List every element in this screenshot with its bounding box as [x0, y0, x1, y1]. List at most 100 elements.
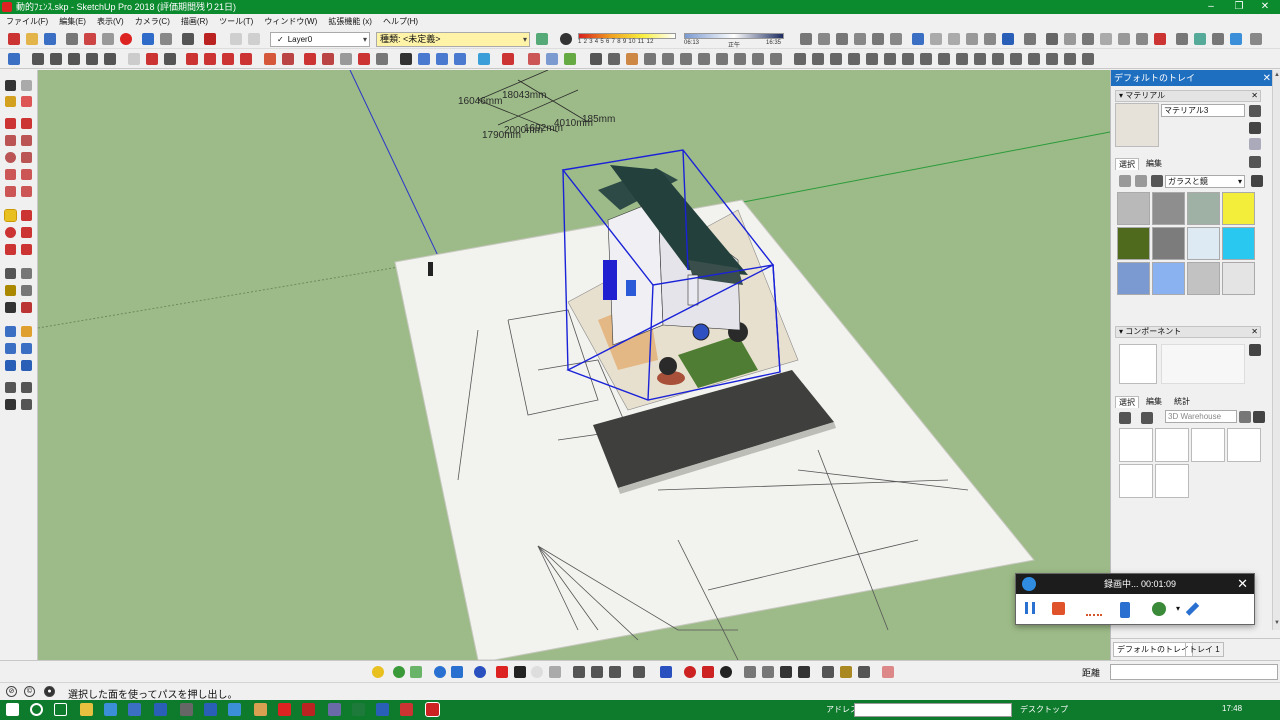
bottom-tool-icon[interactable] [496, 666, 508, 678]
front-view-icon[interactable] [836, 33, 848, 45]
pause-icon[interactable] [1025, 602, 1035, 614]
back-view-icon[interactable] [872, 33, 884, 45]
tool-i-icon[interactable] [164, 53, 176, 65]
warehouse-icon[interactable] [1046, 33, 1058, 45]
tool-ae-icon[interactable] [608, 53, 620, 65]
cut-icon[interactable] [66, 33, 78, 45]
ext-tool-3-icon[interactable] [1212, 33, 1224, 45]
tool-bb-icon[interactable] [1028, 53, 1040, 65]
tool-ba-icon[interactable] [1010, 53, 1022, 65]
bottom-tool-icon[interactable] [514, 666, 526, 678]
copy-icon[interactable] [84, 33, 96, 45]
save-icon[interactable] [44, 33, 56, 45]
tool-f-icon[interactable] [104, 53, 116, 65]
close-icon[interactable]: ✕ [1263, 71, 1271, 87]
tool-h-icon[interactable] [146, 53, 158, 65]
ext-tool-5-icon[interactable] [1250, 33, 1262, 45]
tray-tab-1[interactable]: トレイ 1 [1185, 642, 1224, 657]
terrain-icon[interactable] [1136, 33, 1148, 45]
word-icon[interactable] [204, 703, 217, 716]
tool-z-icon[interactable] [502, 53, 514, 65]
menu-file[interactable]: ファイル(F) [0, 14, 52, 30]
outlook-icon[interactable] [154, 703, 167, 716]
close-icon[interactable]: ✕ [1251, 327, 1258, 337]
tool-an-icon[interactable] [770, 53, 782, 65]
section-icon[interactable] [21, 399, 32, 410]
bottom-tool-icon[interactable] [451, 666, 463, 678]
menu-window[interactable]: ウィンドウ(W) [260, 14, 321, 30]
forward-arrow-icon[interactable] [1135, 175, 1147, 187]
bottom-tool-icon[interactable] [591, 666, 603, 678]
bottom-tool-icon[interactable] [633, 666, 645, 678]
system-clock[interactable]: 17:48 [1222, 704, 1242, 713]
ext-tool-4-icon[interactable] [1230, 33, 1242, 45]
shadow-time-slider[interactable]: 06:13 正午 16:35 [684, 33, 784, 49]
photos-icon[interactable] [228, 703, 241, 716]
close-recorder-button[interactable]: ✕ [1237, 574, 1248, 594]
tool-g-icon[interactable] [128, 53, 140, 65]
rectangle-icon[interactable] [5, 135, 16, 146]
app-icon[interactable] [400, 703, 413, 716]
bottom-tool-icon[interactable] [372, 666, 384, 678]
tool-ag-icon[interactable] [644, 53, 656, 65]
bottom-tool-icon[interactable] [780, 666, 792, 678]
sketchup-app-icon[interactable] [2, 2, 12, 12]
create-material-icon[interactable] [1249, 105, 1261, 117]
tool-u-icon[interactable] [400, 53, 412, 65]
edge-icon[interactable] [104, 703, 117, 716]
material-swatch[interactable] [1222, 262, 1255, 295]
line-icon[interactable] [5, 118, 16, 129]
material-swatch[interactable] [1187, 192, 1220, 225]
bottom-tool-icon[interactable] [744, 666, 756, 678]
style-select[interactable]: 種類: <未定義> ▾ [376, 32, 530, 47]
tool-al-icon[interactable] [734, 53, 746, 65]
tool-o-icon[interactable] [282, 53, 294, 65]
monochrome-icon[interactable] [1002, 33, 1014, 45]
left-view-icon[interactable] [890, 33, 902, 45]
tool-c-icon[interactable] [50, 53, 62, 65]
xray-icon[interactable] [912, 33, 924, 45]
tool-l-icon[interactable] [222, 53, 234, 65]
material-swatch[interactable] [1152, 262, 1185, 295]
paint-bucket-icon[interactable] [5, 96, 16, 107]
scroll-up-icon[interactable]: ▲ [1273, 72, 1280, 78]
offset-icon[interactable] [21, 244, 32, 255]
material-swatch[interactable] [1117, 227, 1150, 260]
protractor-icon[interactable] [5, 285, 16, 296]
tool-ac-icon[interactable] [564, 53, 576, 65]
excel-icon[interactable] [352, 703, 365, 716]
shaded-textures-icon[interactable] [984, 33, 996, 45]
tab-material-select[interactable]: 選択 [1115, 158, 1139, 170]
credits-icon[interactable]: © [24, 686, 35, 697]
bottom-tool-icon[interactable] [858, 666, 870, 678]
tool-ax-icon[interactable] [956, 53, 968, 65]
minimize-button[interactable]: – [1196, 0, 1226, 14]
bottom-tool-icon[interactable] [549, 666, 561, 678]
zoom-icon[interactable] [5, 343, 16, 354]
right-view-icon[interactable] [854, 33, 866, 45]
print-icon[interactable] [182, 33, 194, 45]
scale-icon[interactable] [5, 244, 16, 255]
tool-p-icon[interactable] [304, 53, 316, 65]
tool-r-icon[interactable] [340, 53, 352, 65]
bottom-tool-icon[interactable] [798, 666, 810, 678]
redo-icon[interactable] [160, 33, 172, 45]
bottom-tool-icon[interactable] [609, 666, 621, 678]
home-icon[interactable] [1141, 412, 1153, 424]
component-thumbnail[interactable] [1227, 428, 1261, 462]
material-swatch[interactable] [1117, 192, 1150, 225]
tool-aa-icon[interactable] [528, 53, 540, 65]
arc-icon[interactable] [5, 169, 16, 180]
share-model-icon[interactable] [1064, 33, 1076, 45]
measurements-input[interactable] [1110, 664, 1278, 680]
bottom-tool-icon[interactable] [434, 666, 446, 678]
home-icon[interactable] [1151, 175, 1163, 187]
component-thumbnail[interactable] [1155, 428, 1189, 462]
tool-as-icon[interactable] [866, 53, 878, 65]
text-icon[interactable] [21, 285, 32, 296]
bottom-tool-icon[interactable] [702, 666, 714, 678]
arc-2pt-icon[interactable] [21, 169, 32, 180]
bottom-tool-icon[interactable] [660, 666, 672, 678]
tool-be-icon[interactable] [1082, 53, 1094, 65]
walk-icon[interactable] [5, 399, 16, 410]
